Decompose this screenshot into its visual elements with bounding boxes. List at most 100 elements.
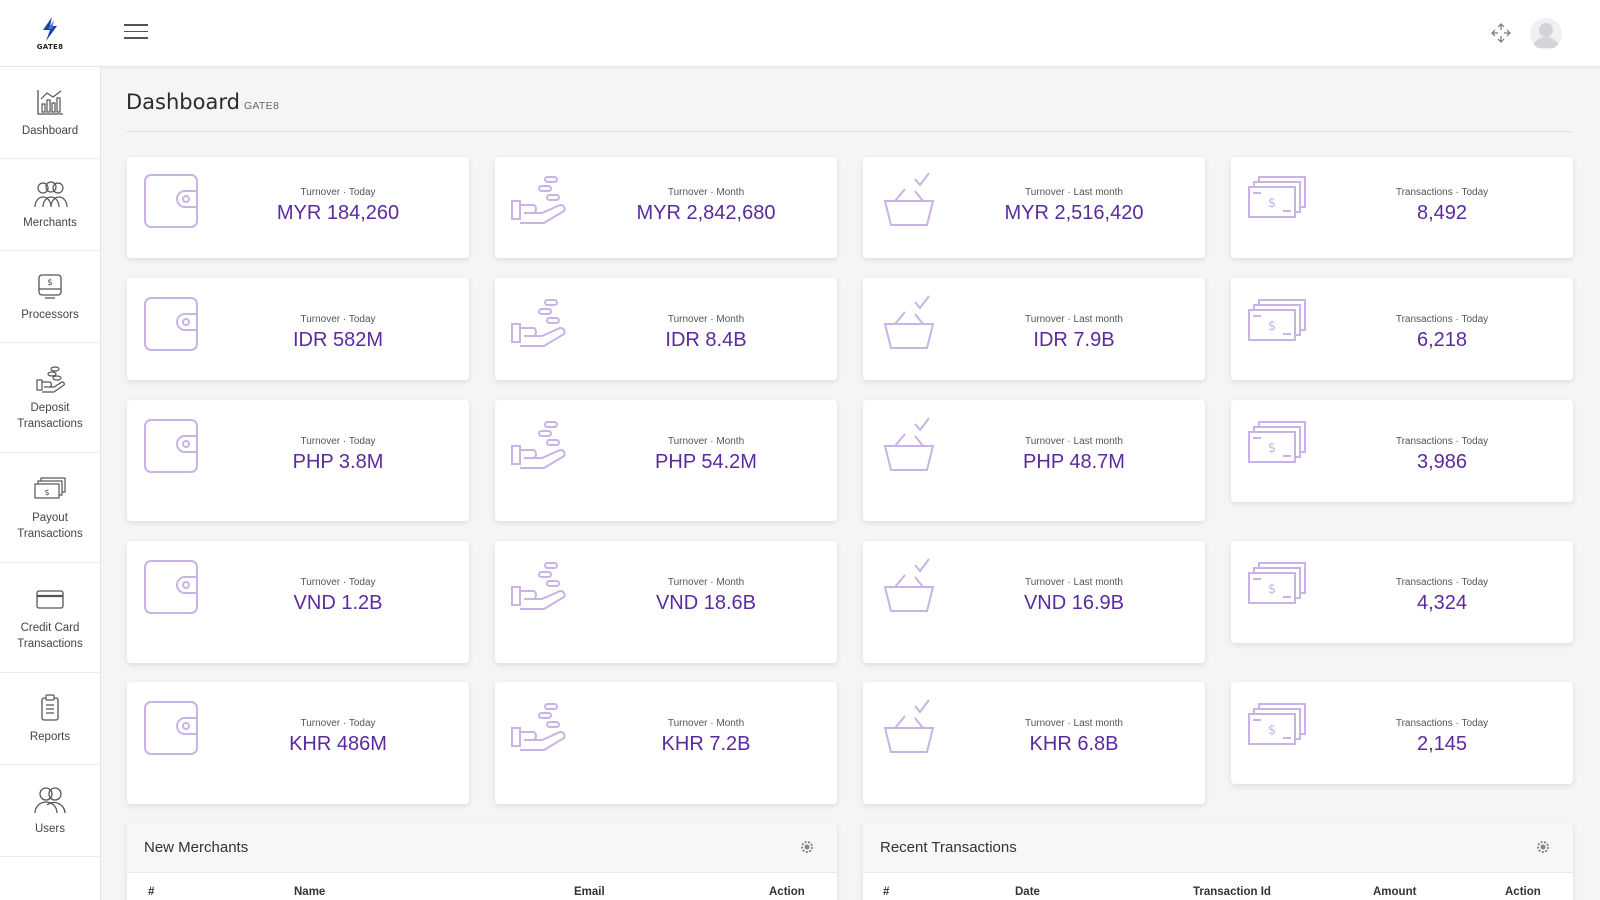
svg-text:$: $ [47,278,53,288]
column-header[interactable]: Date [1015,886,1040,898]
stat-label: Turnover · Last month [1024,718,1123,729]
fullscreen-icon[interactable] [1490,22,1512,44]
stat-label: Transactions · Today [1395,187,1489,198]
sidebar-item-payout-transactions[interactable]: $ Payout Transactions [0,453,100,563]
stat-card: Turnover · Today VND 1.2B [127,541,469,663]
svg-text:$: $ [44,488,49,497]
cash-register-icon: $ [38,273,62,299]
stat-value: 2,145 [1416,733,1468,755]
basket-check-icon [877,171,941,231]
column-header[interactable]: Transaction Id [1193,886,1271,898]
stat-card: Turnover · Month PHP 54.2M [495,400,837,521]
sidebar-item-credit-card-transactions[interactable]: Credit Card Transactions [0,563,100,673]
stat-text: Turnover · Today MYR 184,260 [207,187,469,225]
stat-value: VND 18.6B [655,592,757,614]
stat-label: Transactions · Today [1395,314,1489,325]
stat-text: Turnover · Month MYR 2,842,680 [575,187,837,225]
stat-value: PHP 3.8M [292,451,384,473]
stat-value: VND 1.2B [293,592,383,614]
sidebar-item-dashboard[interactable]: Dashboard [0,67,100,159]
top-bar: GATE8 [0,0,1600,67]
column-header: Action [1505,886,1541,898]
sidebar-item-merchants[interactable]: Merchants [0,159,100,251]
user-avatar[interactable] [1530,18,1562,50]
panel-header: New Merchants [127,823,837,873]
stat-card: Turnover · Month VND 18.6B [495,541,837,663]
stat-label: Turnover · Last month [1024,187,1123,198]
stat-text: Turnover · Month KHR 7.2B [575,718,837,756]
stat-value: 3,986 [1416,451,1468,473]
page-title: Dashboard [126,90,240,114]
hand-coins-icon [36,365,65,393]
column-header[interactable]: Name [294,886,325,898]
stat-label: Turnover · Today [300,718,376,729]
sidebar: Dashboard Merchants $ Processors Deposit… [0,67,101,900]
stat-label: Turnover · Last month [1024,314,1123,325]
stat-text: Turnover · Last month MYR 2,516,420 [943,187,1205,225]
sidebar-item-reports[interactable]: Reports [0,673,100,765]
user-silhouette-icon [1530,18,1562,50]
sidebar-item-users[interactable]: Users [0,765,100,857]
stat-card: Turnover · Today IDR 582M [127,278,469,380]
column-header[interactable]: Amount [1373,886,1416,898]
stat-card: Turnover · Last month VND 16.9B [863,541,1205,663]
recent-transactions-panel: Recent Transactions # Date Transaction I… [863,823,1573,900]
stat-card: Turnover · Last month PHP 48.7M [863,400,1205,521]
money-stack-icon [1245,557,1309,617]
stat-text: Transactions · Today 4,324 [1311,577,1573,615]
stat-text: Transactions · Today 6,218 [1311,314,1573,352]
column-header: Action [769,886,805,898]
stat-label: Turnover · Last month [1024,577,1123,588]
stat-card: Transactions · Today 2,145 [1231,682,1573,784]
stat-text: Turnover · Today PHP 3.8M [207,436,469,474]
sidebar-item-label: Dashboard [21,124,79,137]
stat-card: Turnover · Today PHP 3.8M [127,400,469,521]
stat-value: KHR 7.2B [661,733,751,755]
stat-value: 6,218 [1416,329,1468,351]
sidebar-item-label: Reports [29,730,71,743]
stat-card: Transactions · Today 4,324 [1231,541,1573,643]
column-header[interactable]: Email [574,886,605,898]
stat-card: Turnover · Today KHR 486M [127,682,469,804]
sidebar-item-label: Deposit Transactions [17,401,83,430]
money-stack-icon [1245,171,1309,231]
new-merchants-panel: New Merchants # Name Email Action [127,823,837,900]
sidebar-item-processors[interactable]: $ Processors [0,251,100,343]
gate8-logo[interactable]: GATE8 [0,0,100,67]
stat-value: IDR 8.4B [665,329,747,351]
hand-coins-icon [509,698,573,758]
stat-card: Transactions · Today 6,218 [1231,278,1573,380]
stat-text: Turnover · Last month IDR 7.9B [943,314,1205,352]
stat-label: Turnover · Today [300,187,376,198]
stat-value: IDR 7.9B [1033,329,1115,351]
stat-label: Turnover · Today [300,577,376,588]
basket-check-icon [877,557,941,617]
stat-text: Transactions · Today 2,145 [1311,718,1573,756]
sidebar-item-deposit-transactions[interactable]: Deposit Transactions [0,343,100,453]
stat-value: MYR 184,260 [276,202,400,224]
stat-label: Turnover · Today [300,436,376,447]
menu-toggle-icon[interactable] [124,24,148,42]
stat-text: Turnover · Month IDR 8.4B [575,314,837,352]
stat-card: Turnover · Last month IDR 7.9B [863,278,1205,380]
stat-card: Turnover · Month KHR 7.2B [495,682,837,804]
sidebar-item-label: Merchants [23,216,77,229]
stat-value: KHR 6.8B [1029,733,1119,755]
stat-label: Turnover · Month [667,718,745,729]
stat-label: Transactions · Today [1395,577,1489,588]
stat-value: VND 16.9B [1023,592,1125,614]
stat-card: Transactions · Today 8,492 [1231,157,1573,258]
banknotes-icon: $ [34,476,66,499]
gear-icon[interactable] [799,839,815,855]
wallet-icon [141,171,205,231]
stat-text: Transactions · Today 8,492 [1311,187,1573,225]
sidebar-item-label: Processors [21,308,79,321]
gear-icon[interactable] [1535,839,1551,855]
stat-label: Turnover · Today [300,314,376,325]
page-header: Dashboard GATE8 [126,90,1573,132]
bar-chart-icon [37,89,63,115]
panel-title: New Merchants [144,839,249,856]
stat-value: 8,492 [1416,202,1468,224]
stat-text: Turnover · Month VND 18.6B [575,577,837,615]
stat-label: Turnover · Month [667,187,745,198]
